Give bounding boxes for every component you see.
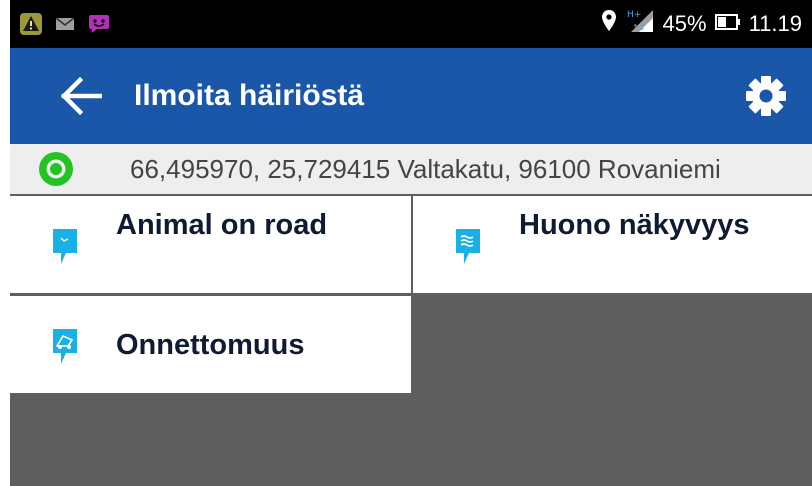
location-pin-icon (601, 9, 617, 39)
gear-icon (746, 76, 786, 116)
mail-icon (54, 13, 76, 35)
page-title: Ilmoita häiriöstä (134, 79, 365, 112)
signal-icon: H+ ↑↓ (625, 8, 655, 40)
system-status: H+ ↑↓ 45% 11.19 (601, 10, 802, 38)
clock: 11.19 (748, 11, 802, 36)
battery-percent: 45% (662, 11, 707, 36)
back-button[interactable] (54, 70, 106, 122)
status-bar: H+ ↑↓ 45% 11.19 (10, 0, 812, 48)
tile-label: Animal on road (116, 209, 328, 241)
animal-report-icon (53, 229, 77, 264)
settings-button[interactable] (742, 72, 790, 120)
report-tile-visibility[interactable]: Huono näkyvyys (413, 196, 812, 293)
svg-text:H+: H+ (627, 10, 641, 20)
location-text: 66,495970, 25,729415 Valtakatu, 96100 Ro… (130, 154, 721, 184)
location-bar: 66,495970, 25,729415 Valtakatu, 96100 Ro… (10, 144, 812, 194)
report-tile-animal[interactable]: Animal on road (10, 196, 411, 293)
left-margin (0, 0, 10, 486)
warning-icon (20, 13, 42, 35)
back-arrow-icon (60, 77, 102, 115)
fog-report-icon (456, 229, 480, 264)
tile-label: Huono näkyvyys (519, 209, 750, 241)
chat-icon (88, 13, 110, 35)
tile-label: Onnettomuus (116, 329, 305, 361)
app-screen: H+ ↑↓ 45% 11.19 Ilmoita häiriöstä 66,495… (10, 0, 812, 486)
svg-text:↑↓: ↑↓ (632, 23, 645, 32)
battery-icon (714, 11, 741, 37)
gps-status-icon (39, 152, 73, 186)
accident-report-icon (53, 329, 77, 364)
app-bar: Ilmoita häiriöstä (10, 48, 812, 144)
notification-icons (20, 12, 110, 36)
report-tile-accident[interactable]: Onnettomuus (10, 296, 411, 393)
